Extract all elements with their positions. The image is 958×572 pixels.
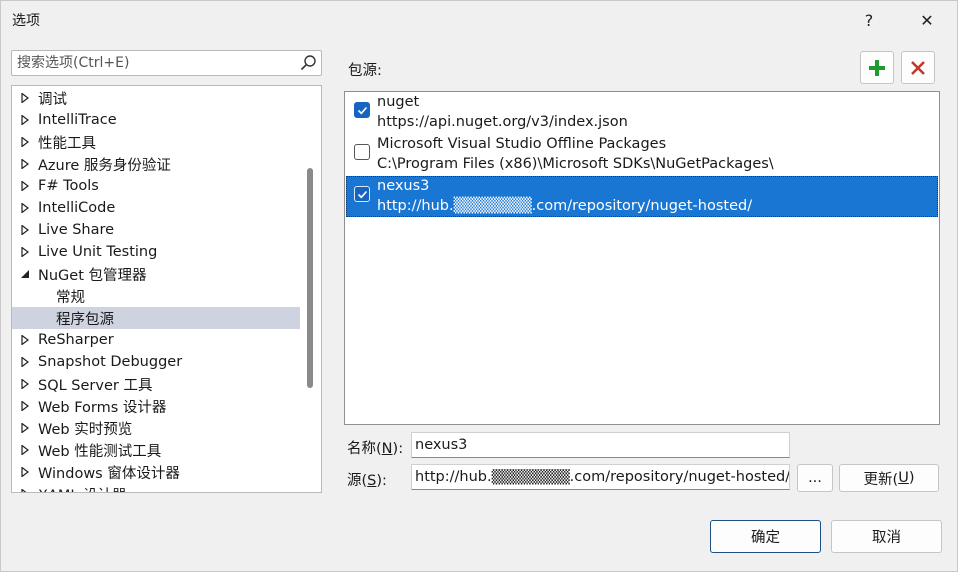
tree-item-label: XAML 设计器 <box>38 484 127 493</box>
collapsed-triangle-icon[interactable] <box>12 115 38 125</box>
tree-item-label: IntelliCode <box>38 200 116 216</box>
tree-item-label: 调试 <box>38 91 67 108</box>
source-label: 源(S): <box>347 473 387 489</box>
source-enabled-checkbox[interactable] <box>354 186 370 202</box>
source-name: nexus3 <box>377 178 430 194</box>
tree-item-label: Web Forms 设计器 <box>38 399 167 416</box>
add-source-button[interactable] <box>860 51 894 84</box>
tree-item[interactable]: Windows 窗体设计器 <box>12 461 300 483</box>
cancel-button[interactable]: 取消 <box>831 520 942 553</box>
collapsed-triangle-icon[interactable] <box>12 159 38 169</box>
tree-item[interactable]: ReSharper <box>12 329 300 351</box>
collapsed-triangle-icon[interactable] <box>12 93 38 103</box>
close-icon: ✕ <box>920 10 934 30</box>
tree-item-label: ReSharper <box>38 332 114 348</box>
tree-item[interactable]: Azure 服务身份验证 <box>12 153 300 175</box>
tree-item[interactable]: Snapshot Debugger <box>12 351 300 373</box>
collapsed-triangle-icon[interactable] <box>12 379 38 389</box>
help-button[interactable]: ? <box>847 5 891 35</box>
checkmark-icon <box>357 190 368 199</box>
tree-item-label: 常规 <box>56 289 85 306</box>
checkmark-icon <box>357 106 368 115</box>
collapsed-triangle-icon[interactable] <box>12 335 38 345</box>
browse-button[interactable]: ... <box>797 464 833 492</box>
source-name: Microsoft Visual Studio Offline Packages <box>377 136 667 152</box>
tree-item[interactable]: 性能工具 <box>12 131 300 153</box>
title-bar: 选项 ? ✕ <box>1 1 957 39</box>
tree-item-label: IntelliTrace <box>38 112 117 128</box>
tree-item[interactable]: Live Share <box>12 219 300 241</box>
delete-x-icon <box>911 60 925 75</box>
source-item-offline[interactable]: Microsoft Visual Studio Offline Packages… <box>346 134 938 175</box>
tree-item[interactable]: IntelliTrace <box>12 109 300 131</box>
tree-item-label: NuGet 包管理器 <box>38 267 147 284</box>
tree-item[interactable]: NuGet 包管理器 <box>12 263 300 285</box>
tree-item-label: 程序包源 <box>56 311 114 328</box>
tree-item[interactable]: XAML 设计器 <box>12 483 300 493</box>
close-button[interactable]: ✕ <box>905 5 949 35</box>
source-enabled-checkbox[interactable] <box>354 144 370 160</box>
name-field[interactable] <box>411 432 790 458</box>
tree-item[interactable]: IntelliCode <box>12 197 300 219</box>
search-box <box>11 50 322 76</box>
tree-item-label: Live Unit Testing <box>38 244 158 260</box>
source-url: C:\Program Files (x86)\Microsoft SDKs\Nu… <box>377 156 774 172</box>
tree-item[interactable]: 调试 <box>12 87 300 109</box>
collapsed-triangle-icon[interactable] <box>12 225 38 235</box>
collapsed-triangle-icon[interactable] <box>12 357 38 367</box>
tree-item-label: Web 实时预览 <box>38 421 133 438</box>
collapsed-triangle-icon[interactable] <box>12 181 38 191</box>
options-dialog: 选项 ? ✕ 调试 IntelliTrace 性能工具 Azure 服务身份验证 F# … <box>0 0 958 572</box>
options-tree: 调试 IntelliTrace 性能工具 Azure 服务身份验证 F# Tools In… <box>11 85 322 493</box>
update-button[interactable]: 更新(U) <box>839 464 939 492</box>
tree-item-label: Web 性能测试工具 <box>38 443 162 460</box>
tree-item[interactable]: 程序包源 <box>12 307 300 329</box>
tree-item-label: F# Tools <box>38 178 99 194</box>
ok-button[interactable]: 确定 <box>710 520 821 553</box>
tree-item[interactable]: Web Forms 设计器 <box>12 395 300 417</box>
plus-icon <box>869 59 885 76</box>
tree-item-label: 性能工具 <box>38 135 96 152</box>
source-enabled-checkbox[interactable] <box>354 102 370 118</box>
name-label: 名称(N): <box>347 441 404 457</box>
help-icon: ? <box>864 10 874 30</box>
source-name: nuget <box>377 94 420 110</box>
collapsed-triangle-icon[interactable] <box>12 467 38 477</box>
collapsed-triangle-icon[interactable] <box>12 137 38 147</box>
collapsed-triangle-icon[interactable] <box>12 203 38 213</box>
tree-item-label: Snapshot Debugger <box>38 354 183 370</box>
source-url: https://api.nuget.org/v3/index.json <box>377 114 628 130</box>
tree-item-label: Azure 服务身份验证 <box>38 157 171 174</box>
package-source-list: nuget https://api.nuget.org/v3/index.jso… <box>344 91 940 425</box>
tree-scrollbar-thumb[interactable] <box>307 168 313 388</box>
tree-item-label: SQL Server 工具 <box>38 377 153 394</box>
tree-item[interactable]: Live Unit Testing <box>12 241 300 263</box>
search-icon[interactable] <box>299 54 317 72</box>
tree-item[interactable]: Web 性能测试工具 <box>12 439 300 461</box>
tree-item[interactable]: Web 实时预览 <box>12 417 300 439</box>
tree-item-label: Windows 窗体设计器 <box>38 465 180 482</box>
window-title: 选项 <box>12 13 40 29</box>
expanded-triangle-icon[interactable] <box>12 269 38 279</box>
tree-item[interactable]: F# Tools <box>12 175 300 197</box>
tree-item[interactable]: 常规 <box>12 285 300 307</box>
package-sources-label: 包源: <box>348 63 382 79</box>
search-input[interactable] <box>12 51 292 75</box>
collapsed-triangle-icon[interactable] <box>12 247 38 257</box>
source-url: http://hub.▒▒▒▒▒▒▒.com/repository/nuget-… <box>377 198 753 214</box>
tree-item[interactable]: SQL Server 工具 <box>12 373 300 395</box>
source-item-nexus3[interactable]: nexus3 http://hub.▒▒▒▒▒▒▒.com/repository… <box>346 176 938 217</box>
collapsed-triangle-icon[interactable] <box>12 401 38 411</box>
remove-source-button[interactable] <box>901 51 935 84</box>
collapsed-triangle-icon[interactable] <box>12 423 38 433</box>
collapsed-triangle-icon[interactable] <box>12 489 38 492</box>
collapsed-triangle-icon[interactable] <box>12 445 38 455</box>
tree-item-label: Live Share <box>38 222 115 238</box>
source-field[interactable] <box>411 464 790 490</box>
source-item-nuget[interactable]: nuget https://api.nuget.org/v3/index.jso… <box>346 92 938 133</box>
